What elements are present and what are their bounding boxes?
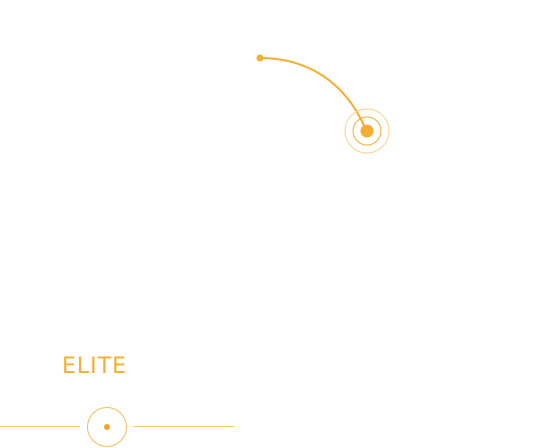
curved-path-icon [259,57,367,131]
decorative-graphics [256,54,390,154]
target-dot [104,424,110,430]
radio-target-icon [87,407,127,447]
elite-label: ELITE [62,354,127,379]
target-icon [344,108,390,154]
divider-left [0,426,80,427]
divider-right [134,426,234,427]
stage: ELITE [0,0,556,448]
start-dot [256,54,264,62]
